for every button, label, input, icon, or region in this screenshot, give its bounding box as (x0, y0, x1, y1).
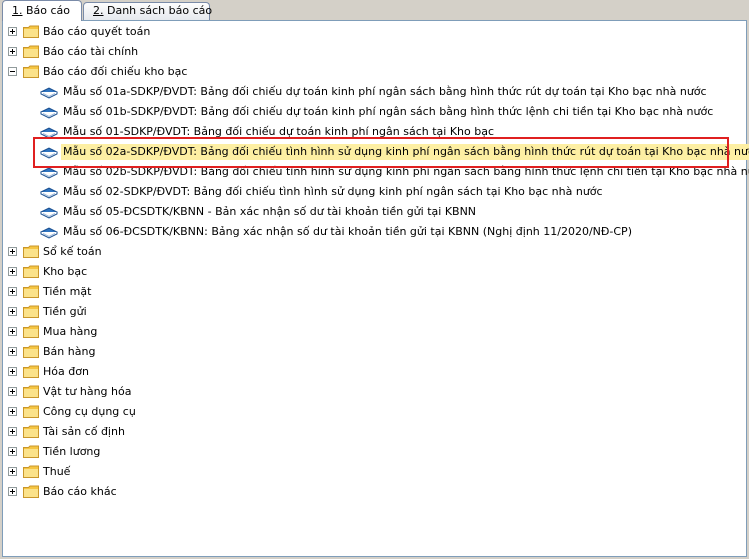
tree-node-label: Tiền lương (43, 445, 101, 458)
tree-folder-node[interactable]: Thuế (3, 462, 743, 482)
tree-node-label: Sổ kế toán (43, 245, 102, 258)
tree-folder-node[interactable]: Mua hàng (3, 322, 743, 342)
tree-node-label: Báo cáo khác (43, 485, 117, 498)
collapse-toggle-icon[interactable] (8, 67, 17, 76)
folder-icon (23, 485, 39, 498)
folder-icon (23, 305, 39, 318)
expand-toggle-icon[interactable] (8, 487, 17, 496)
folder-icon (23, 445, 39, 458)
tree-node-label: Vật tư hàng hóa (43, 385, 132, 398)
tree-node-label: Hóa đơn (43, 365, 89, 378)
tree-folder-node[interactable]: Tài sản cố định (3, 422, 743, 442)
report-book-icon (40, 147, 58, 159)
tree-report-item[interactable]: Mẫu số 02a-SDKP/ĐVDT: Bảng đối chiếu tìn… (3, 142, 749, 162)
tree-folder-node[interactable]: Tiền mặt (3, 282, 743, 302)
tree-report-item[interactable]: Mẫu số 01-SDKP/ĐVDT: Bảng đối chiếu dự t… (3, 122, 743, 142)
expand-toggle-icon[interactable] (8, 287, 17, 296)
tree-node-label: Mua hàng (43, 325, 98, 338)
tree-node-label: Tài sản cố định (43, 425, 125, 438)
expand-toggle-icon[interactable] (8, 27, 17, 36)
tree-folder-node[interactable]: Bán hàng (3, 342, 743, 362)
folder-icon (23, 405, 39, 418)
tree-report-item[interactable]: Mẫu số 01b-SDKP/ĐVDT: Bảng đối chiếu dự … (3, 102, 743, 122)
report-label: Mẫu số 01-SDKP/ĐVDT: Bảng đối chiếu dự t… (63, 125, 494, 138)
tree-folder-node[interactable]: Kho bạc (3, 262, 743, 282)
expand-toggle-icon[interactable] (8, 347, 17, 356)
tree-folder-node[interactable]: Tiền lương (3, 442, 743, 462)
tree-node-label: Thuế (43, 465, 71, 478)
tree-folder-node[interactable]: Sổ kế toán (3, 242, 743, 262)
tree-node-label: Tiền gửi (43, 305, 87, 318)
tree-node-label: Tiền mặt (43, 285, 92, 298)
expand-toggle-icon[interactable] (8, 327, 17, 336)
tab-label: Danh sách báo cáo (103, 4, 213, 17)
report-book-icon (40, 207, 58, 219)
folder-icon (23, 245, 39, 258)
expand-toggle-icon[interactable] (8, 307, 17, 316)
tree-folder-node[interactable]: Báo cáo tài chính (3, 42, 743, 62)
report-tree-panel: Báo cáo quyết toán Báo cáo tài chính Báo c… (2, 20, 749, 557)
tree-folder-node[interactable]: Hóa đơn (3, 362, 743, 382)
folder-icon (23, 365, 39, 378)
report-label: Mẫu số 06-ĐCSDTK/KBNN: Bảng xác nhận số … (63, 225, 632, 238)
report-tree[interactable]: Báo cáo quyết toán Báo cáo tài chính Báo c… (3, 21, 749, 556)
folder-icon (23, 285, 39, 298)
tree-folder-node[interactable]: Công cụ dụng cụ (3, 402, 743, 422)
folder-icon (23, 65, 39, 78)
tree-folder-node[interactable]: Báo cáo khác (3, 482, 743, 502)
expand-toggle-icon[interactable] (8, 407, 17, 416)
tab-number: 2. (93, 4, 104, 17)
tab-label: Báo cáo (22, 4, 71, 17)
tree-node-label: Công cụ dụng cụ (43, 405, 136, 418)
report-label: Mẫu số 05-ĐCSDTK/KBNN - Bản xác nhận số … (63, 205, 477, 218)
folder-icon (23, 345, 39, 358)
report-book-icon (40, 187, 58, 199)
tree-node-label: Báo cáo quyết toán (43, 25, 151, 38)
tree-report-item[interactable]: Mẫu số 02-SDKP/ĐVDT: Bảng đối chiếu tình… (3, 182, 743, 202)
folder-icon (23, 425, 39, 438)
report-book-icon (40, 127, 58, 139)
expand-toggle-icon[interactable] (8, 447, 17, 456)
tree-node-label: Kho bạc (43, 265, 88, 278)
report-book-icon (40, 107, 58, 119)
report-label: Mẫu số 02b-SDKP/ĐVDT: Bảng đối chiếu tìn… (63, 165, 749, 178)
tab-number: 1. (12, 4, 23, 17)
tree-node-label: Báo cáo tài chính (43, 45, 139, 58)
tree-report-item[interactable]: Mẫu số 01a-SDKP/ĐVDT: Bảng đối chiếu dự … (3, 82, 743, 102)
tab-strip: 1. Báo cáo 2. Danh sách báo cáo (0, 0, 749, 21)
folder-icon (23, 325, 39, 338)
selected-report-label: Mẫu số 02a-SDKP/ĐVDT: Bảng đối chiếu tìn… (61, 144, 749, 160)
tab-danh-sach-bao-cao[interactable]: 2. Danh sách báo cáo (83, 2, 213, 20)
folder-icon (23, 25, 39, 38)
expand-toggle-icon[interactable] (8, 267, 17, 276)
expand-toggle-icon[interactable] (8, 427, 17, 436)
folder-icon (23, 385, 39, 398)
report-label: Mẫu số 01b-SDKP/ĐVDT: Bảng đối chiếu dự … (63, 105, 714, 118)
tab-bao-cao[interactable]: 1. Báo cáo (2, 0, 82, 21)
report-label: Mẫu số 02-SDKP/ĐVDT: Bảng đối chiếu tình… (63, 185, 603, 198)
expand-toggle-icon[interactable] (8, 387, 17, 396)
folder-icon (23, 265, 39, 278)
tree-folder-node[interactable]: Tiền gửi (3, 302, 743, 322)
report-book-icon (40, 227, 58, 239)
report-label: Mẫu số 01a-SDKP/ĐVDT: Bảng đối chiếu dự … (63, 85, 707, 98)
expand-toggle-icon[interactable] (8, 247, 17, 256)
tree-folder-node[interactable]: Vật tư hàng hóa (3, 382, 743, 402)
expand-toggle-icon[interactable] (8, 367, 17, 376)
tree-node-label: Bán hàng (43, 345, 96, 358)
tree-node-label: Báo cáo đối chiếu kho bạc (43, 65, 188, 78)
tree-report-item[interactable]: Mẫu số 06-ĐCSDTK/KBNN: Bảng xác nhận số … (3, 222, 743, 242)
tree-folder-node[interactable]: Báo cáo đối chiếu kho bạc (3, 62, 743, 82)
report-book-icon (40, 167, 58, 179)
folder-icon (23, 465, 39, 478)
folder-icon (23, 45, 39, 58)
expand-toggle-icon[interactable] (8, 467, 17, 476)
tree-report-item[interactable]: Mẫu số 02b-SDKP/ĐVDT: Bảng đối chiếu tìn… (3, 162, 749, 182)
tree-report-item[interactable]: Mẫu số 05-ĐCSDTK/KBNN - Bản xác nhận số … (3, 202, 743, 222)
report-book-icon (40, 87, 58, 99)
expand-toggle-icon[interactable] (8, 47, 17, 56)
tree-folder-node[interactable]: Báo cáo quyết toán (3, 22, 743, 42)
